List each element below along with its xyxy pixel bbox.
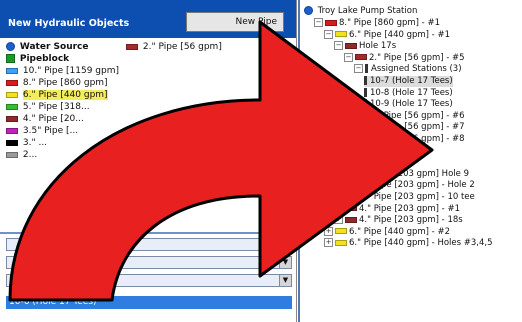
red-curved-arrow-icon: [8, 20, 434, 302]
arrow-shape: [8, 20, 434, 302]
